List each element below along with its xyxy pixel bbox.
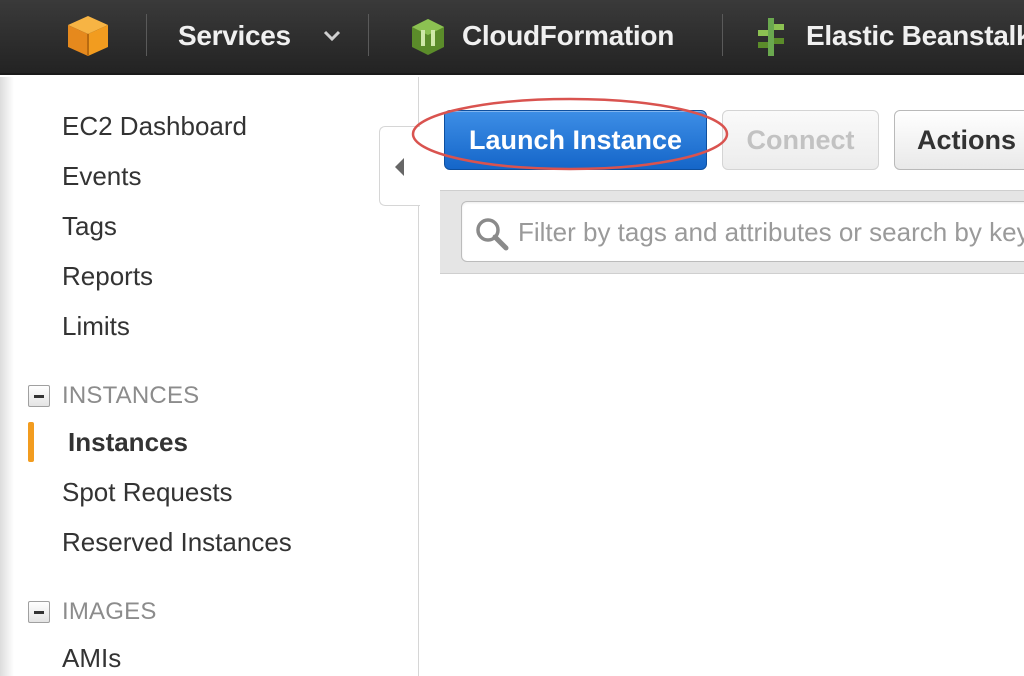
sidebar-item-spot-requests[interactable]: Spot Requests bbox=[62, 477, 233, 508]
cloudformation-icon[interactable] bbox=[410, 18, 446, 56]
divider bbox=[722, 14, 723, 56]
launch-instance-button[interactable]: Launch Instance bbox=[444, 110, 707, 170]
chevron-down-icon[interactable] bbox=[322, 28, 342, 44]
search-box[interactable] bbox=[461, 201, 1024, 262]
services-menu[interactable]: Services bbox=[178, 20, 291, 52]
active-indicator bbox=[28, 422, 34, 462]
collapse-sidebar-button[interactable] bbox=[379, 126, 420, 206]
search-icon bbox=[476, 218, 509, 251]
elastic-beanstalk-link[interactable]: Elastic Beanstalk bbox=[806, 20, 1024, 52]
collapse-images-toggle[interactable] bbox=[28, 601, 50, 623]
search-input[interactable] bbox=[518, 212, 1024, 252]
sidebar-item-events[interactable]: Events bbox=[62, 161, 142, 192]
aws-cube-icon[interactable] bbox=[66, 14, 110, 58]
sidebar-item-tags[interactable]: Tags bbox=[62, 211, 117, 242]
sidebar-item-ec2-dashboard[interactable]: EC2 Dashboard bbox=[62, 111, 247, 142]
section-header-instances: INSTANCES bbox=[62, 382, 200, 409]
divider bbox=[368, 14, 369, 56]
sidebar-item-reports[interactable]: Reports bbox=[62, 261, 153, 292]
elastic-beanstalk-icon[interactable] bbox=[754, 16, 790, 58]
divider bbox=[146, 14, 147, 56]
top-navigation-bar: Services CloudFormation Elastic Beanstal… bbox=[0, 0, 1024, 75]
collapse-instances-toggle[interactable] bbox=[28, 385, 50, 407]
sidebar-item-instances[interactable]: Instances bbox=[68, 427, 188, 458]
sidebar-item-amis[interactable]: AMIs bbox=[62, 643, 121, 674]
chevron-left-icon bbox=[395, 158, 404, 176]
section-header-images: IMAGES bbox=[62, 598, 157, 625]
actions-button[interactable]: Actions bbox=[894, 110, 1024, 170]
sidebar-item-reserved-instances[interactable]: Reserved Instances bbox=[62, 527, 292, 558]
cloudformation-link[interactable]: CloudFormation bbox=[462, 20, 674, 52]
connect-button[interactable]: Connect bbox=[722, 110, 879, 170]
sidebar-item-limits[interactable]: Limits bbox=[62, 311, 130, 342]
